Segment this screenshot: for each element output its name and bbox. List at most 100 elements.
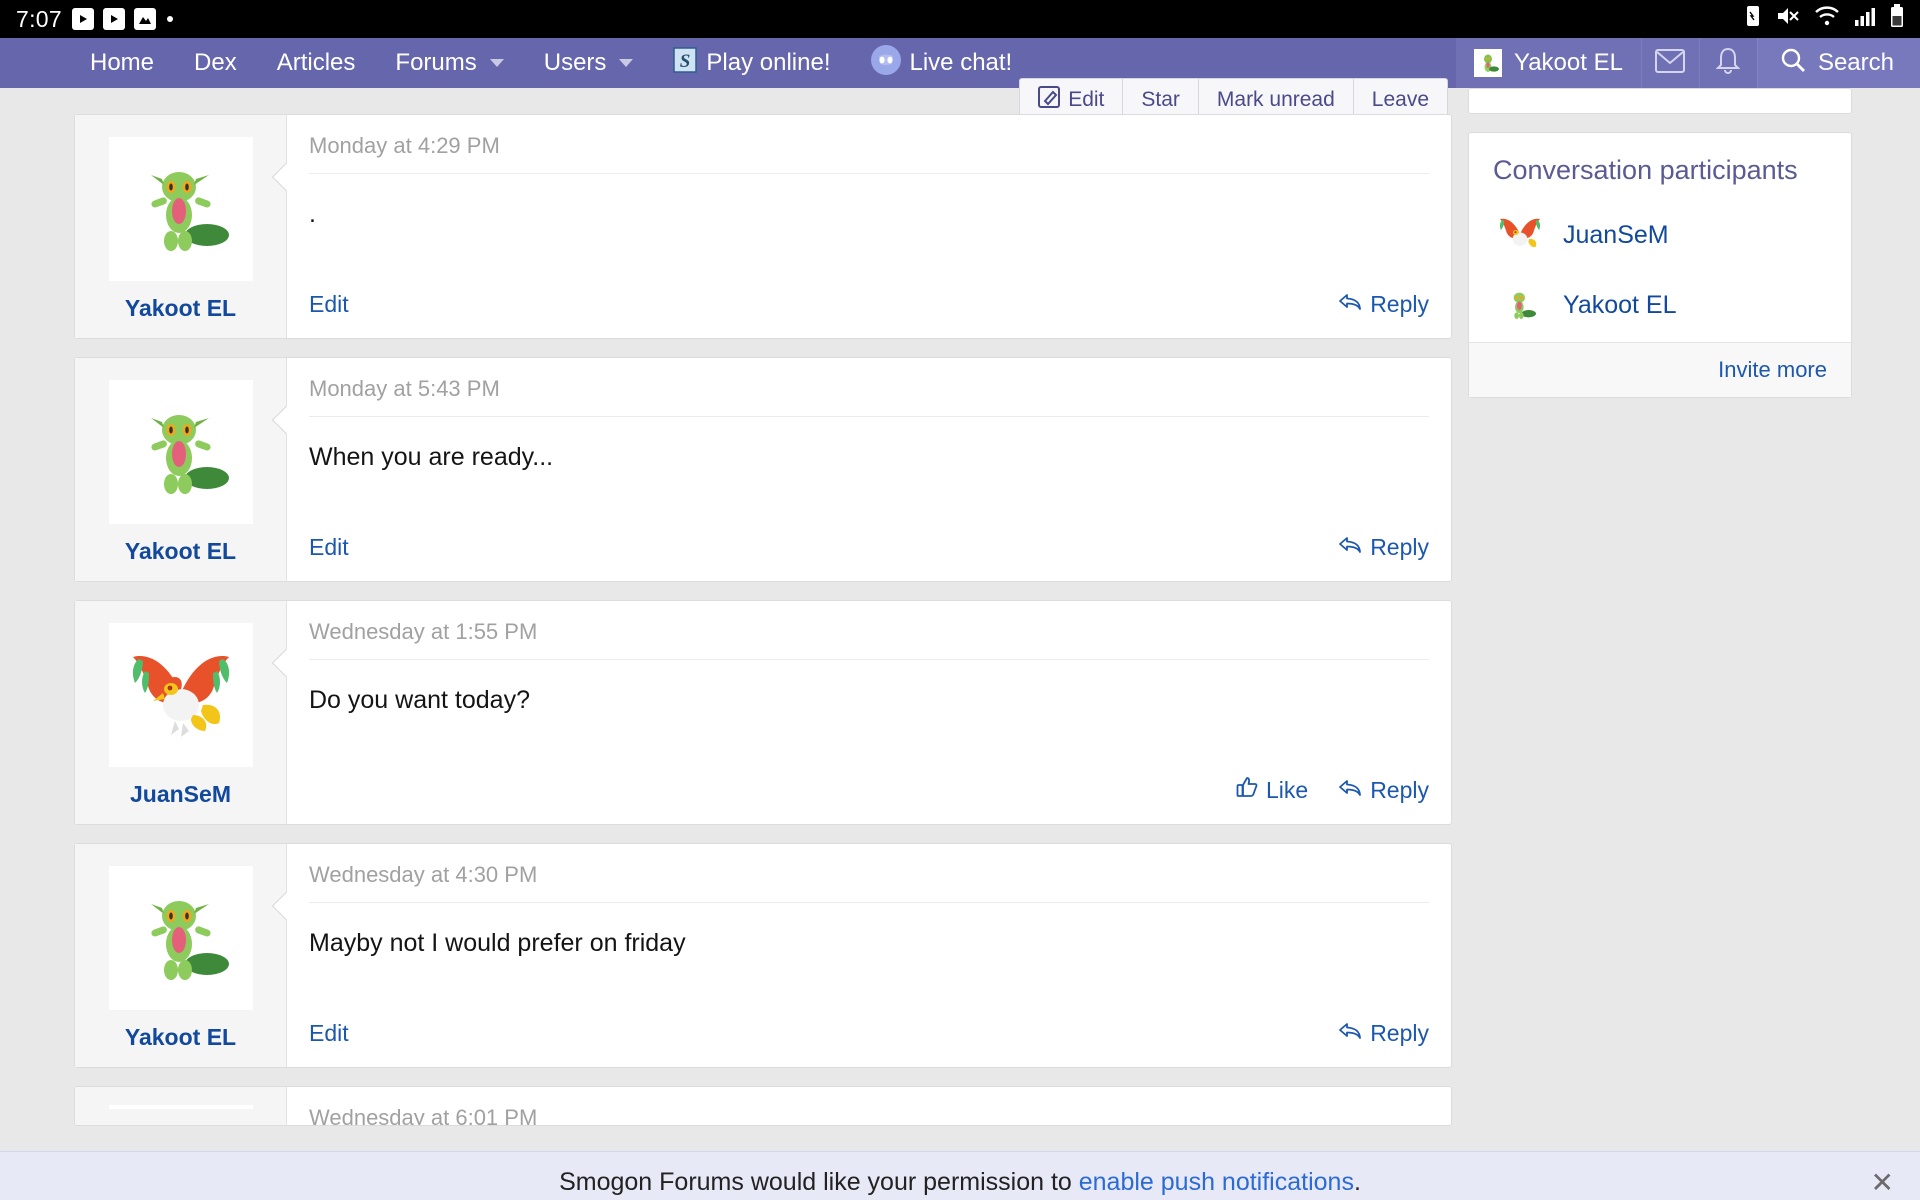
message-item-partial: Wednesday at 6:01 PM bbox=[74, 1086, 1452, 1126]
push-text-before: Smogon Forums would like your permission… bbox=[559, 1168, 1079, 1196]
discord-icon bbox=[870, 44, 901, 82]
message-author-name[interactable]: Yakoot EL bbox=[125, 538, 236, 565]
android-status-bar: 7:07 bbox=[0, 0, 1920, 38]
star-conversation-button[interactable]: Star bbox=[1123, 79, 1199, 114]
avatar bbox=[1473, 49, 1502, 77]
action-label: Reply bbox=[1370, 291, 1429, 317]
message-edit-link[interactable]: Edit bbox=[309, 534, 349, 561]
reply-button[interactable]: Reply bbox=[1338, 1020, 1429, 1047]
message-body: Wednesday at 4:30 PM Mayby not I would p… bbox=[271, 844, 1451, 1067]
battery-icon bbox=[1890, 4, 1904, 34]
message-author-block: JuanSeM bbox=[75, 601, 287, 824]
push-banner-text: Smogon Forums would like your permission… bbox=[559, 1168, 1361, 1197]
envelope-icon bbox=[1655, 48, 1686, 78]
participant-row[interactable]: Yakoot EL bbox=[1469, 272, 1851, 342]
reply-arrow-icon bbox=[1338, 291, 1362, 318]
message-footer: Like Reply bbox=[309, 758, 1429, 824]
participants-footer: Invite more bbox=[1469, 342, 1851, 397]
message-item: Yakoot EL Monday at 4:29 PM . Edit Reply bbox=[74, 114, 1452, 339]
inbox-button[interactable] bbox=[1640, 38, 1699, 88]
status-system-icons bbox=[1744, 4, 1904, 34]
current-user-name: Yakoot EL bbox=[1513, 49, 1623, 76]
like-button[interactable]: Like bbox=[1236, 776, 1308, 804]
avatar[interactable] bbox=[108, 866, 253, 1010]
message-author-name[interactable]: Yakoot EL bbox=[125, 295, 236, 322]
battery-saver-icon bbox=[1744, 4, 1762, 34]
push-text-after: . bbox=[1353, 1168, 1361, 1196]
participants-card: Conversation participants JuanSeM Yakoot… bbox=[1468, 132, 1852, 398]
current-user-menu[interactable]: Yakoot EL bbox=[1455, 38, 1641, 88]
play-video-icon bbox=[102, 8, 125, 30]
conversation-sidebar: Conversation participants JuanSeM Yakoot… bbox=[1468, 88, 1852, 1144]
conversation-action-bar: Edit Star Mark unread Leave bbox=[74, 78, 1452, 114]
message-text: Do you want today? bbox=[309, 686, 530, 714]
reply-arrow-icon bbox=[1338, 1020, 1362, 1047]
content-wrapper: Edit Star Mark unread Leave Yakoot EL Mo… bbox=[0, 78, 1920, 1144]
wifi-icon bbox=[1814, 5, 1840, 33]
avatar[interactable] bbox=[108, 1105, 253, 1109]
mark-unread-button[interactable]: Mark unread bbox=[1199, 79, 1354, 114]
message-footer: Edit Reply bbox=[309, 516, 1429, 581]
avatar[interactable] bbox=[108, 137, 253, 281]
message-item: Yakoot EL Monday at 5:43 PM When you are… bbox=[74, 357, 1452, 582]
avatar bbox=[1493, 278, 1547, 332]
message-author-block bbox=[75, 1087, 287, 1125]
nav-item-label: Live chat! bbox=[909, 49, 1013, 76]
edit-conversation-button[interactable]: Edit bbox=[1020, 79, 1124, 114]
reply-arrow-icon bbox=[1338, 534, 1362, 561]
message-timestamp[interactable]: Wednesday at 4:30 PM bbox=[309, 862, 1429, 903]
message-timestamp[interactable]: Monday at 4:29 PM bbox=[309, 133, 1429, 174]
avatar[interactable] bbox=[108, 380, 253, 524]
action-label: Reply bbox=[1370, 776, 1429, 803]
message-body: Monday at 4:29 PM . Edit Reply bbox=[271, 115, 1451, 338]
message-actions: Reply bbox=[1338, 291, 1429, 318]
status-clock: 7:07 bbox=[16, 5, 62, 32]
play-video-icon bbox=[71, 8, 94, 30]
message-timestamp[interactable]: Monday at 5:43 PM bbox=[309, 376, 1429, 417]
search-label: Search bbox=[1817, 49, 1894, 76]
reply-button[interactable]: Reply bbox=[1338, 534, 1429, 561]
action-label: Mark unread bbox=[1216, 88, 1335, 111]
message-edit-link[interactable]: Edit bbox=[309, 1020, 349, 1047]
chevron-down-icon[interactable] bbox=[619, 59, 634, 67]
close-icon[interactable]: ✕ bbox=[1871, 1168, 1894, 1197]
chevron-down-icon[interactable] bbox=[489, 59, 504, 67]
participants-title: Conversation participants bbox=[1493, 155, 1798, 185]
push-notification-banner: Smogon Forums would like your permission… bbox=[0, 1151, 1920, 1200]
message-footer: Edit Reply bbox=[309, 1002, 1429, 1067]
message-author-block: Yakoot EL bbox=[75, 358, 287, 581]
leave-conversation-button[interactable]: Leave bbox=[1354, 79, 1447, 114]
avatar bbox=[1493, 208, 1547, 262]
alerts-button[interactable] bbox=[1698, 38, 1757, 88]
reply-button[interactable]: Reply bbox=[1338, 291, 1429, 318]
conversation-action-group: Edit Star Mark unread Leave bbox=[1019, 78, 1448, 114]
message-timestamp[interactable]: Wednesday at 1:55 PM bbox=[309, 619, 1429, 660]
image-icon bbox=[133, 8, 156, 30]
sidebar-card-partial bbox=[1468, 88, 1852, 114]
invite-more-link[interactable]: Invite more bbox=[1718, 357, 1827, 382]
nav-item-label: Forums bbox=[395, 49, 477, 76]
volume-mute-icon bbox=[1776, 5, 1800, 33]
dot-icon bbox=[166, 16, 173, 22]
reply-button[interactable]: Reply bbox=[1338, 776, 1429, 804]
nav-item-label: Home bbox=[90, 49, 155, 76]
nav-right-controls: Yakoot EL Search bbox=[1455, 38, 1920, 88]
action-label: Edit bbox=[1068, 88, 1105, 111]
search-button[interactable]: Search bbox=[1756, 38, 1920, 88]
magnifier-icon bbox=[1780, 47, 1806, 80]
reply-arrow-icon bbox=[1338, 777, 1362, 804]
message-footer: Edit Reply bbox=[309, 273, 1429, 338]
action-label: Leave bbox=[1371, 88, 1429, 111]
message-timestamp[interactable]: Wednesday at 6:01 PM bbox=[309, 1105, 1429, 1125]
message-text: When you are ready... bbox=[309, 443, 554, 471]
message-body: Wednesday at 6:01 PM bbox=[287, 1087, 1451, 1125]
message-author-name[interactable]: Yakoot EL bbox=[125, 1024, 236, 1051]
message-edit-link[interactable]: Edit bbox=[309, 291, 349, 318]
avatar[interactable] bbox=[108, 623, 253, 767]
message-author-name[interactable]: JuanSeM bbox=[130, 781, 231, 808]
enable-push-link[interactable]: enable push notifications bbox=[1079, 1168, 1354, 1196]
nav-item-label: Articles bbox=[276, 49, 356, 76]
action-label: Star bbox=[1141, 88, 1180, 111]
action-label: Reply bbox=[1370, 1020, 1429, 1046]
participant-row[interactable]: JuanSeM bbox=[1469, 202, 1851, 272]
